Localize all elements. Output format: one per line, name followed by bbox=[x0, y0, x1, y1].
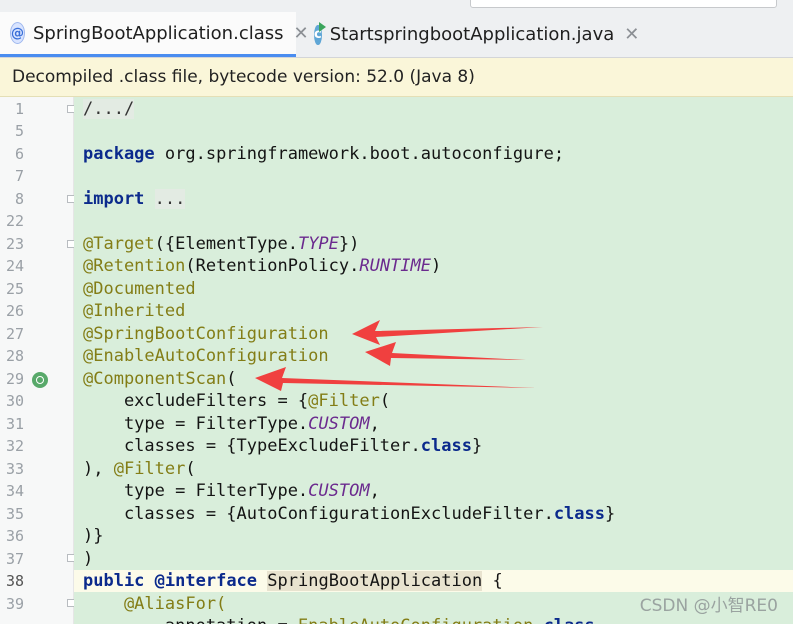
annotation-arrows bbox=[255, 320, 543, 391]
watermark: CSDN @小智RE0 bbox=[639, 596, 778, 616]
red-arrow-springbootconfiguration bbox=[352, 320, 543, 345]
red-arrow-componentscan bbox=[255, 367, 536, 391]
red-arrow-enableautoconfiguration bbox=[365, 342, 526, 366]
